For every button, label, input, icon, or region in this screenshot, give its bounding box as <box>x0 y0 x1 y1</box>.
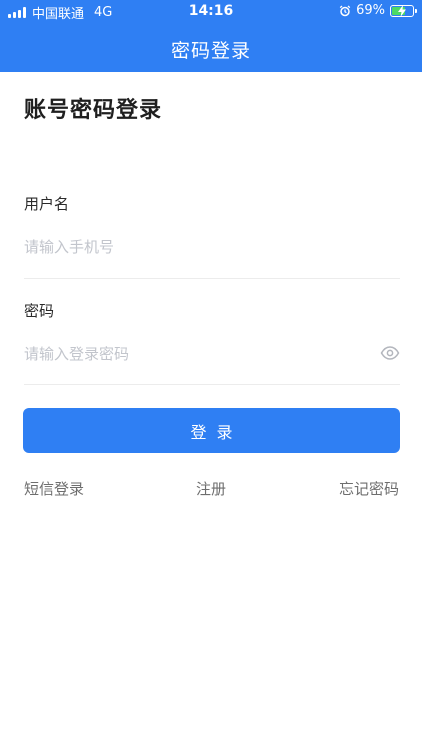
username-divider <box>24 278 400 279</box>
charging-bolt-icon <box>398 4 406 17</box>
status-bar: 中国联通 4G 14:16 69% <box>0 0 422 24</box>
alarm-icon <box>339 5 351 17</box>
username-label: 用户名 <box>24 195 70 213</box>
forgot-password-link[interactable]: 忘记密码 <box>339 478 399 499</box>
eye-icon[interactable] <box>380 345 400 361</box>
password-divider <box>24 384 400 385</box>
battery-percent: 69% <box>356 3 385 18</box>
username-input[interactable] <box>24 232 374 262</box>
app-header: 中国联通 4G 14:16 69% 密码登录 <box>0 0 422 72</box>
header-title: 密码登录 <box>170 40 251 62</box>
password-label: 密码 <box>24 302 55 320</box>
page-title: 账号密码登录 <box>24 98 163 123</box>
password-input[interactable] <box>24 339 364 369</box>
login-screen: 中国联通 4G 14:16 69% 密码登录 账号密码登录 用户名 请输入手机号… <box>0 0 422 750</box>
login-button[interactable]: 登录 <box>23 408 400 453</box>
status-right: 69% <box>339 3 417 18</box>
battery-icon <box>390 4 417 17</box>
